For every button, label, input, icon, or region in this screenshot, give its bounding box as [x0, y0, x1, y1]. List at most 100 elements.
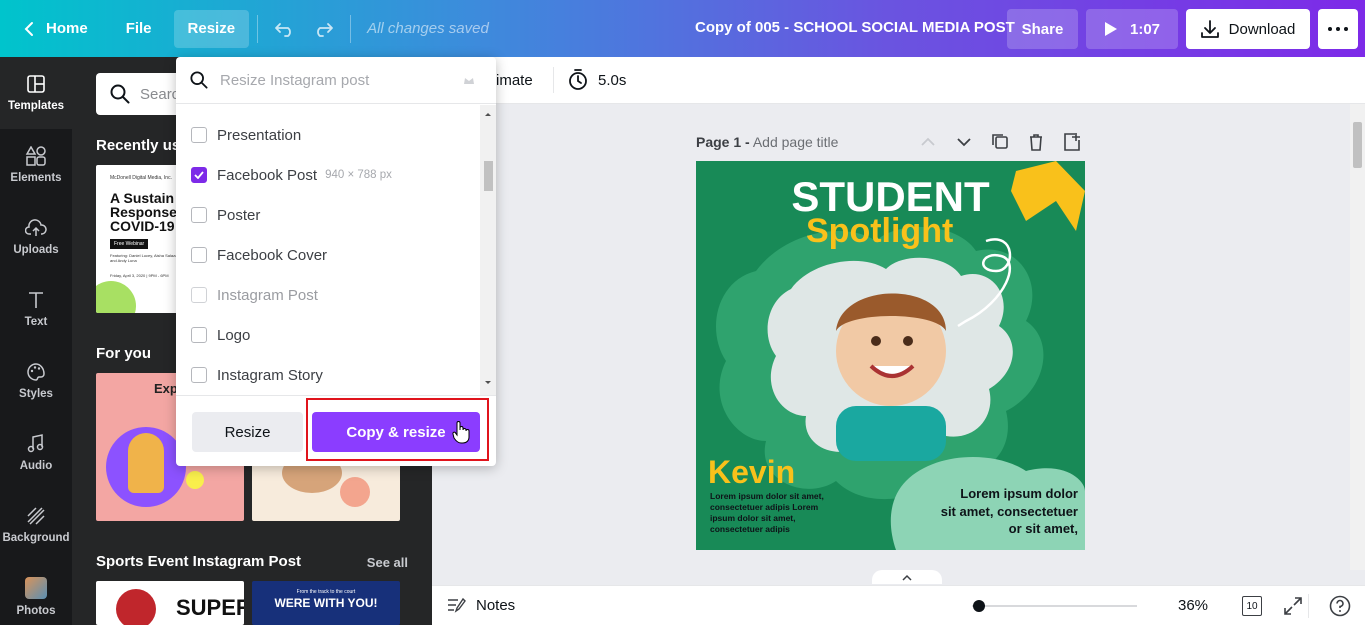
rail-item-text[interactable]: Text	[0, 273, 72, 345]
palette-icon	[27, 363, 45, 381]
design-subtitle[interactable]: Spotlight	[806, 213, 953, 249]
text-icon	[29, 292, 43, 308]
rail-label: Styles	[19, 388, 53, 400]
rail-item-background[interactable]: Background	[0, 489, 72, 561]
thumb-date: Friday, April 3, 2020 | 9PM - 6PM	[110, 273, 169, 278]
resize-option[interactable]: Poster	[191, 205, 260, 225]
checkbox[interactable]	[191, 287, 207, 303]
chevron-up-icon[interactable]	[901, 574, 913, 582]
scroll-up-icon[interactable]	[480, 108, 496, 120]
animate-button[interactable]: imate	[496, 72, 533, 89]
zoom-slider-handle[interactable]	[973, 600, 986, 612]
resize-option-dimensions: 940 × 788 px	[325, 169, 392, 181]
rail-label: Text	[24, 316, 48, 328]
crown-icon	[464, 78, 474, 84]
share-button[interactable]: Share	[1007, 9, 1078, 49]
scroll-thumb[interactable]	[484, 161, 493, 191]
rail-item-photos[interactable]: Photos	[0, 561, 72, 625]
canvas-horizontal-scrollbar[interactable]	[432, 570, 1350, 585]
quote-line: or sit amet,	[1008, 521, 1078, 536]
resize-confirm-button[interactable]: Resize	[192, 412, 303, 452]
zoom-slider[interactable]	[972, 600, 1137, 612]
design-body-text[interactable]: Lorem ipsum dolor sit amet, consectetuer…	[710, 491, 845, 535]
delete-page-icon[interactable]	[1025, 132, 1047, 152]
document-title[interactable]: Copy of 005 - SCHOOL SOCIAL MEDIA POST	[695, 19, 1015, 36]
highlight-box	[306, 398, 489, 461]
resize-option-label: Instagram Post	[217, 286, 318, 304]
thumb-title: A Sustain Response COVID-19	[110, 191, 177, 233]
undo-icon	[275, 22, 291, 37]
scroll-thumb[interactable]	[1353, 122, 1362, 168]
rail-label: Photos	[16, 605, 56, 617]
checkbox[interactable]	[191, 367, 207, 383]
scroll-down-icon[interactable]	[480, 377, 496, 389]
notes-icon	[448, 597, 466, 613]
rail-item-elements[interactable]: Elements	[0, 129, 72, 201]
fullscreen-icon[interactable]	[1283, 596, 1303, 616]
templates-icon	[27, 75, 45, 93]
redo-button[interactable]	[304, 10, 342, 48]
file-menu-button[interactable]: File	[112, 10, 166, 48]
notes-label: Notes	[476, 596, 516, 614]
present-button[interactable]: 1:07	[1086, 9, 1178, 49]
download-button[interactable]: Download	[1186, 9, 1310, 49]
canvas-vertical-scrollbar[interactable]	[1350, 104, 1365, 570]
resize-option[interactable]: Facebook Cover	[191, 245, 327, 265]
child-shirt	[836, 406, 946, 461]
home-button[interactable]: Home	[10, 10, 102, 48]
rail-item-styles[interactable]: Styles	[0, 345, 72, 417]
help-icon[interactable]	[1329, 595, 1351, 617]
checkbox[interactable]	[191, 207, 207, 223]
resize-option[interactable]: Instagram Post	[191, 285, 318, 305]
duration-button[interactable]: 5.0s	[568, 69, 626, 91]
quote-line: Lorem ipsum dolor	[960, 486, 1078, 501]
thumb-sports-big: WERE WITH YOU!	[274, 596, 378, 610]
template-thumbnail-sports-1[interactable]: SUPER	[96, 581, 244, 625]
search-placeholder: Searc	[140, 85, 180, 103]
resize-search-input[interactable]: Resize Instagram post	[176, 57, 496, 104]
checkbox[interactable]	[191, 127, 207, 143]
see-all-link[interactable]: See all	[367, 555, 408, 570]
chevron-up-icon[interactable]	[917, 132, 939, 152]
resize-button[interactable]: Resize	[173, 9, 250, 48]
chevron-down-icon[interactable]	[953, 132, 975, 152]
divider	[257, 14, 259, 43]
notes-button[interactable]: Notes	[446, 596, 515, 614]
checkbox[interactable]	[191, 167, 207, 183]
rail-item-templates[interactable]: Templates	[0, 57, 72, 129]
thumb-sports-text: SUPER	[176, 595, 244, 620]
divider	[1308, 594, 1309, 618]
zoom-value[interactable]: 36%	[1178, 597, 1208, 614]
checkbox[interactable]	[191, 327, 207, 343]
resize-list-scrollbar[interactable]	[480, 105, 496, 395]
rail-label: Templates	[7, 100, 65, 112]
more-options-button[interactable]	[1318, 9, 1358, 49]
add-page-icon[interactable]	[1061, 132, 1083, 152]
eye	[871, 336, 881, 346]
template-thumbnail-sports-2[interactable]: From the track to the court WERE WITH YO…	[252, 581, 400, 625]
page-count-button[interactable]: 10	[1242, 596, 1262, 616]
resize-option-label: Logo	[217, 326, 251, 344]
timer-icon	[569, 69, 587, 90]
thumb-sports-small: From the track to the court	[296, 589, 356, 595]
resize-option-label: Presentation	[217, 126, 302, 144]
design-name[interactable]: Kevin	[708, 455, 795, 489]
rail-item-uploads[interactable]: Uploads	[0, 201, 72, 273]
resize-option[interactable]: Logo	[191, 325, 250, 345]
rail-item-audio[interactable]: Audio	[0, 417, 72, 489]
undo-button[interactable]	[266, 10, 304, 48]
resize-options-list: Presentation Facebook Post 940 × 788 px Pos…	[176, 105, 480, 395]
thumb-title-line: A Sustain	[110, 190, 175, 206]
duplicate-page-icon[interactable]	[989, 132, 1011, 152]
resize-option[interactable]: Instagram Story	[191, 365, 323, 385]
checkbox[interactable]	[191, 247, 207, 263]
design-canvas[interactable]: STUDENT Spotlight Kevin Lorem ipsum dolo…	[696, 161, 1085, 550]
page-label: Page 1 -	[696, 134, 750, 150]
resize-option-label: Poster	[217, 206, 261, 224]
resize-option[interactable]: Facebook Post 940 × 788 px	[191, 165, 392, 185]
add-page-title[interactable]: Add page title	[753, 134, 839, 150]
divider	[350, 14, 352, 43]
resize-option[interactable]: Presentation	[191, 125, 301, 145]
design-quote[interactable]: Lorem ipsum dolor sit amet, consectetuer…	[886, 485, 1078, 538]
rail-label: Elements	[10, 172, 62, 184]
